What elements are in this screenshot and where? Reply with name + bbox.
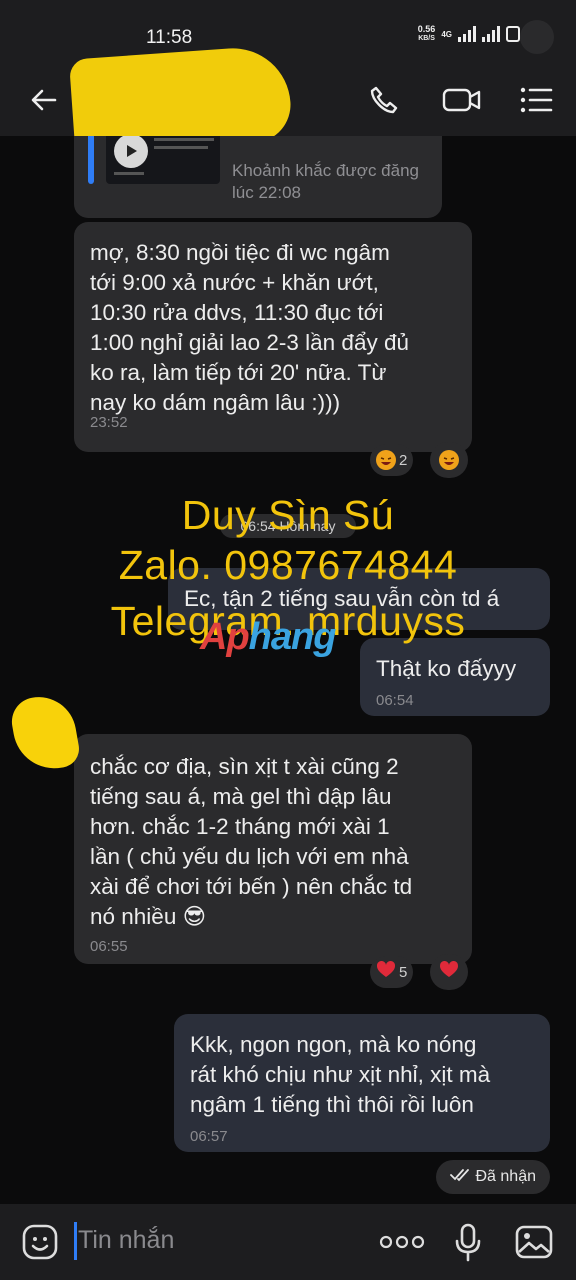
redaction-blob [8, 691, 82, 775]
message-input[interactable]: Tin nhắn [78, 1226, 174, 1255]
message-bubble-incoming[interactable]: chắc cơ địa, sìn xịt t xài cũng 2 tiếng … [74, 734, 472, 964]
date-separator: 06:54 Hôm nay [220, 514, 356, 538]
message-time: 23:52 [90, 414, 128, 431]
media-caption: Khoảnh khắc được đăng lúc 22:08 [232, 161, 419, 202]
laughing-face-icon [376, 450, 396, 470]
camera-cutout [520, 20, 554, 54]
signal-icon-2 [482, 26, 500, 42]
reaction-count: 5 [399, 963, 408, 981]
arrow-left-icon[interactable] [26, 82, 62, 118]
react-button[interactable] [430, 442, 468, 478]
received-status: Đã nhận [435, 1160, 550, 1194]
play-icon[interactable] [114, 136, 148, 168]
message-bubble-outgoing[interactable]: Kkk, ngon ngon, mà ko nóng rát khó chịu … [174, 1014, 550, 1152]
reaction-count: 2 [399, 451, 408, 469]
media-thumbnail[interactable] [106, 136, 220, 184]
laughing-face-icon [439, 450, 459, 470]
message-time: 06:54 [376, 692, 414, 709]
react-button[interactable] [430, 954, 468, 990]
reaction-summary[interactable]: 5 [370, 956, 414, 988]
message-text: mợ, 8:30 ngồi tiệc đi wc ngâm tới 9:00 x… [90, 240, 409, 415]
smiley-icon[interactable] [20, 1222, 60, 1262]
chat-area[interactable]: Khoảnh khắc được đăng lúc 22:08 mợ, 8:30… [0, 136, 576, 1204]
status-time: 11:58 [146, 27, 193, 48]
list-menu-icon[interactable] [518, 82, 554, 118]
microphone-icon[interactable] [452, 1222, 484, 1264]
watermark-logo: Aphang [200, 616, 336, 658]
status-bar: 11:58 0.56 KB/S 4G [0, 0, 576, 64]
message-text: chắc cơ địa, sìn xịt t xài cũng 2 tiếng … [90, 754, 413, 929]
text-cursor [74, 1222, 77, 1260]
more-dots-icon[interactable] [378, 1232, 426, 1252]
phone-icon[interactable] [366, 82, 402, 118]
reaction-summary[interactable]: 2 [370, 444, 414, 476]
heart-icon [439, 960, 459, 984]
signal-icon [458, 26, 476, 42]
message-input-bar: Tin nhắn [0, 1204, 576, 1280]
video-camera-icon[interactable] [442, 82, 482, 118]
status-indicators: 0.56 KB/S 4G [418, 25, 520, 43]
media-card-bubble[interactable]: Khoảnh khắc được đăng lúc 22:08 [74, 136, 442, 218]
message-bubble-outgoing[interactable]: Thật ko đấyyy 06:54 [360, 638, 550, 716]
media-accent-bar [88, 136, 94, 184]
network-type: 4G [441, 29, 452, 39]
message-text: Thật ko đấyyy [376, 656, 517, 681]
message-text: Kkk, ngon ngon, mà ko nóng rát khó chịu … [190, 1032, 491, 1117]
message-text: Ec, tận 2 tiếng sau vẫn còn td á [184, 586, 500, 611]
received-status-label: Đã nhận [475, 1168, 537, 1185]
battery-icon [506, 26, 520, 42]
message-time: 06:57 [190, 1128, 228, 1145]
message-bubble-incoming[interactable]: mợ, 8:30 ngồi tiệc đi wc ngâm tới 9:00 x… [74, 222, 472, 452]
image-icon[interactable] [514, 1222, 554, 1262]
network-speed: 0.56 KB/S [417, 24, 436, 43]
heart-icon [376, 960, 396, 984]
message-time: 06:55 [90, 938, 128, 955]
double-check-icon [449, 1168, 470, 1187]
